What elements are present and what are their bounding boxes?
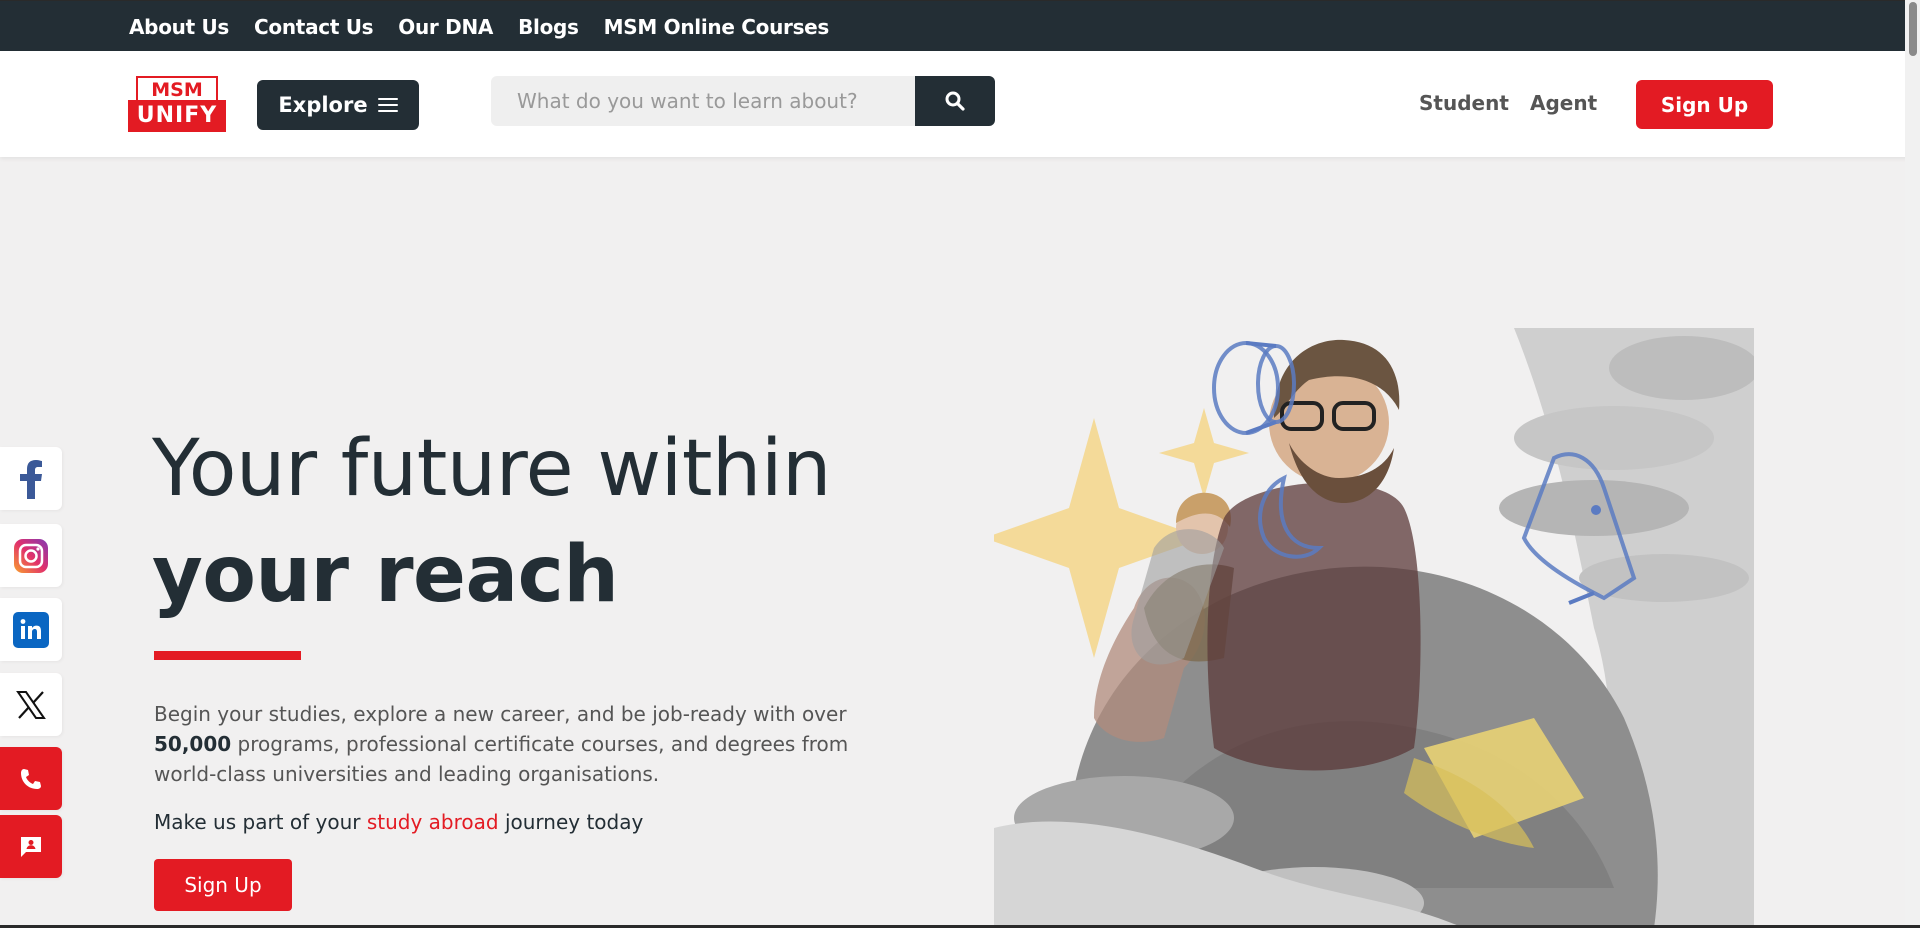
linkedin-icon bbox=[13, 611, 49, 648]
top-nav-online-courses[interactable]: MSM Online Courses bbox=[604, 15, 830, 39]
chat-icon bbox=[21, 836, 41, 857]
hero-desc-bold: 50,000 bbox=[154, 732, 232, 756]
study-abroad-link[interactable]: study abroad bbox=[367, 810, 499, 834]
facebook-icon bbox=[20, 459, 42, 499]
header-right-nav: Student Agent Sign Up bbox=[0, 51, 1920, 157]
top-nav-about-us[interactable]: About Us bbox=[129, 15, 229, 39]
header-signup-button[interactable]: Sign Up bbox=[1636, 80, 1773, 129]
hero-cta-after: journey today bbox=[498, 810, 644, 834]
chat-link[interactable] bbox=[0, 815, 62, 878]
top-nav-contact-us[interactable]: Contact Us bbox=[254, 15, 374, 39]
hero-divider bbox=[154, 651, 301, 660]
hero-desc-after: programs, professional certificate cours… bbox=[154, 732, 849, 786]
top-nav-our-dna[interactable]: Our DNA bbox=[398, 15, 493, 39]
facebook-link[interactable] bbox=[0, 447, 62, 510]
top-nav-blogs[interactable]: Blogs bbox=[518, 15, 579, 39]
x-link[interactable] bbox=[0, 673, 62, 736]
scrollbar-thumb[interactable] bbox=[1909, 2, 1917, 56]
hero-signup-button[interactable]: Sign Up bbox=[154, 859, 292, 911]
phone-link[interactable] bbox=[0, 747, 62, 810]
instagram-icon bbox=[14, 538, 48, 573]
vertical-scrollbar[interactable] bbox=[1905, 0, 1920, 928]
hero-collage-image bbox=[994, 328, 1754, 928]
student-link[interactable]: Student bbox=[1419, 91, 1509, 115]
hero-title-line2: your reach bbox=[152, 530, 619, 620]
hero-cta-before: Make us part of your bbox=[154, 810, 367, 834]
linkedin-link[interactable] bbox=[0, 598, 62, 661]
agent-link[interactable]: Agent bbox=[1530, 91, 1597, 115]
hero-cta-text: Make us part of your study abroad journe… bbox=[154, 810, 643, 834]
hero-illustration bbox=[994, 328, 1754, 928]
hero-desc-before: Begin your studies, explore a new career… bbox=[154, 702, 847, 726]
top-nav-bar: About Us Contact Us Our DNA Blogs MSM On… bbox=[0, 0, 1920, 51]
phone-icon bbox=[21, 768, 41, 789]
top-nav-links: About Us Contact Us Our DNA Blogs MSM On… bbox=[129, 1, 829, 52]
instagram-link[interactable] bbox=[0, 524, 62, 587]
hero-title: Your future within your reach bbox=[152, 416, 831, 628]
x-icon bbox=[16, 690, 46, 719]
hero-description: Begin your studies, explore a new career… bbox=[154, 699, 874, 789]
hero-title-line1: Your future within bbox=[152, 424, 831, 514]
